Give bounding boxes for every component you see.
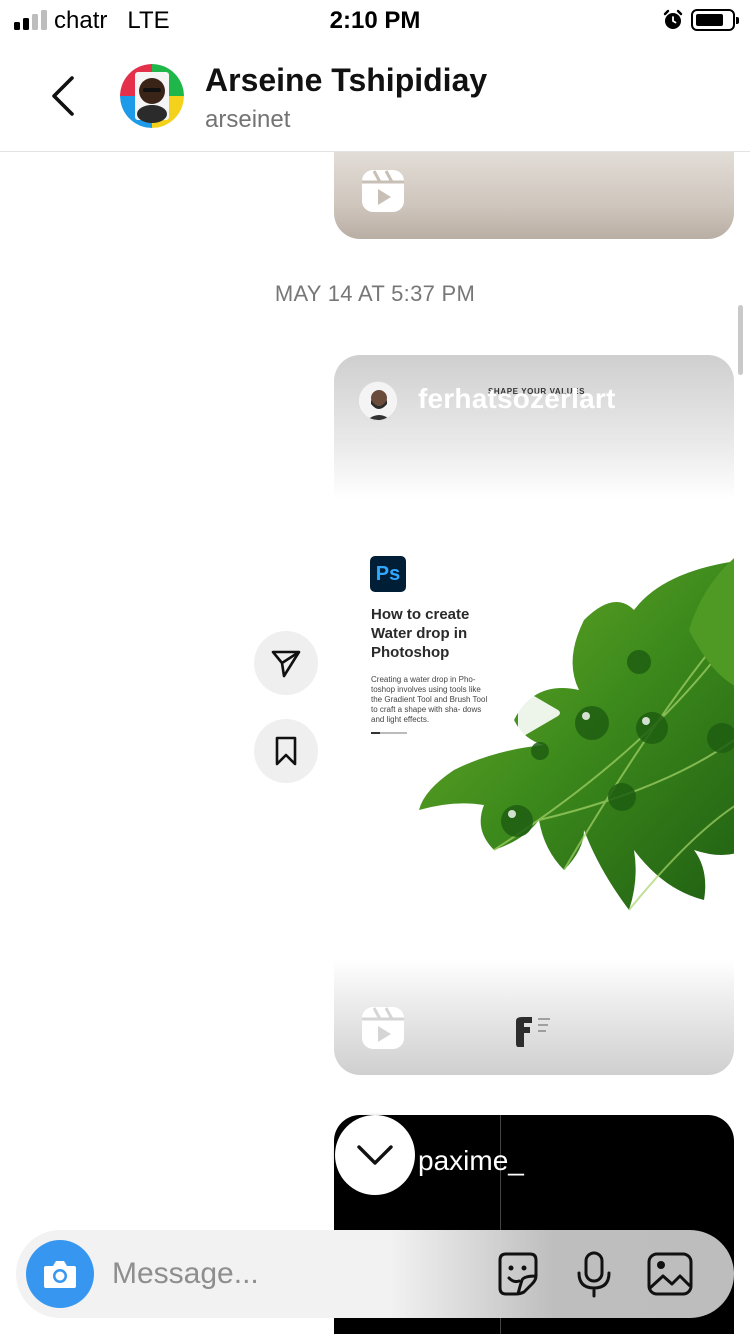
post-author-username[interactable]: ferhatsozerlart [418, 383, 616, 415]
reels-icon [362, 1007, 404, 1049]
message-timestamp: MAY 14 AT 5:37 PM [274, 281, 476, 306]
monstera-leaf-image [419, 558, 734, 911]
bookmark-icon [275, 736, 297, 766]
reels-icon [362, 170, 404, 212]
paper-plane-icon [271, 650, 301, 678]
camera-button[interactable] [26, 1240, 94, 1308]
status-time: 2:10 PM [329, 7, 421, 34]
scroll-to-bottom-button[interactable] [335, 1115, 415, 1195]
shared-reel-message[interactable]: SHAPE YOUR VALUES ferhatsozerlart Ps How… [334, 355, 734, 1075]
post-author-avatar[interactable] [358, 381, 398, 421]
message-input[interactable] [112, 1252, 472, 1296]
contact-name[interactable]: Arseine Tshipidiay [205, 62, 487, 99]
message-composer [16, 1230, 734, 1318]
carousel-indicator [371, 732, 407, 734]
chat-header: Arseine Tshipidiay arseinet [0, 42, 750, 152]
brand-logo-icon [516, 1017, 550, 1047]
post-author-username[interactable]: paxime_ [418, 1145, 524, 1177]
image-icon[interactable] [646, 1250, 694, 1298]
contact-username[interactable]: arseinet [205, 106, 290, 134]
sticker-icon[interactable] [494, 1250, 542, 1298]
save-button[interactable] [254, 719, 318, 783]
back-chevron-icon[interactable] [46, 74, 82, 118]
avatar[interactable] [120, 64, 184, 128]
status-bar: chatr LTE 2:10 PM [0, 0, 750, 42]
play-icon[interactable] [510, 685, 562, 741]
share-button[interactable] [254, 631, 318, 695]
photoshop-logo-icon: Ps [370, 556, 406, 592]
chevron-down-icon [357, 1145, 393, 1165]
battery-icon [691, 9, 739, 31]
microphone-icon[interactable] [570, 1250, 618, 1298]
previous-reel-message[interactable] [334, 152, 734, 239]
scrollbar[interactable] [738, 305, 743, 375]
alarm-icon [663, 9, 683, 29]
camera-icon [44, 1261, 76, 1288]
